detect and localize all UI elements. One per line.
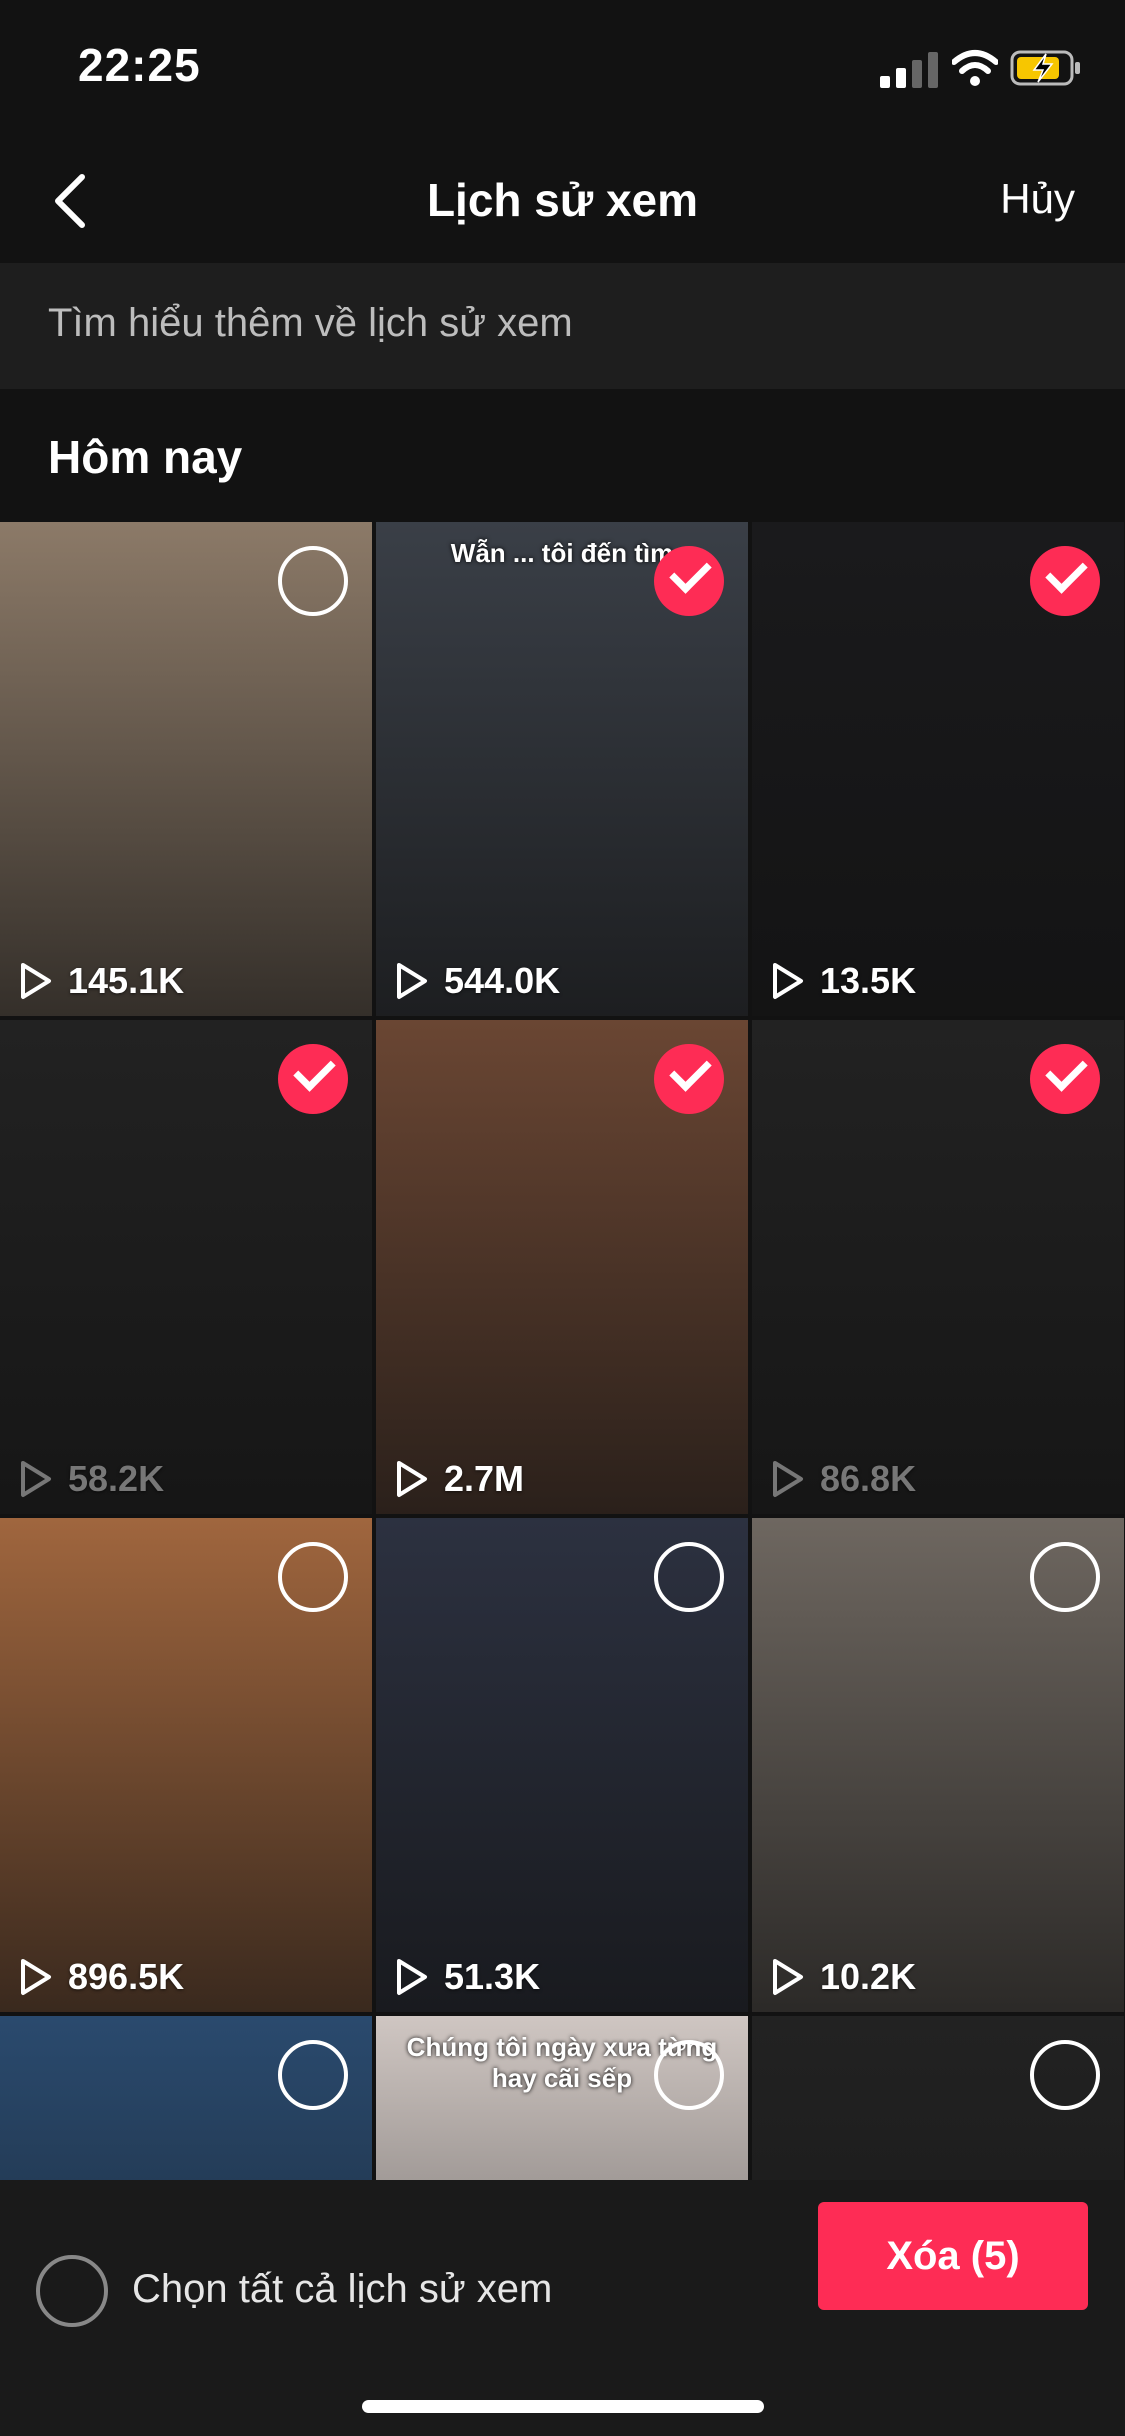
- selected-check-icon[interactable]: [654, 1044, 724, 1114]
- select-all-label[interactable]: Chọn tất cả lịch sử xem: [132, 2267, 552, 2312]
- bottom-action-bar: Chọn tất cả lịch sử xem Xóa (5): [0, 2180, 1125, 2436]
- status-time: 22:25: [78, 39, 201, 91]
- play-icon: [773, 1959, 803, 1995]
- selected-check-icon[interactable]: [1030, 546, 1100, 616]
- wifi-icon: [952, 50, 998, 86]
- select-all-checkbox[interactable]: [36, 2255, 108, 2327]
- video-thumbnail[interactable]: Wẫn ... tôi đến tìm 544.0K: [376, 522, 748, 1016]
- play-icon: [773, 1461, 803, 1497]
- selected-check-icon[interactable]: [278, 1044, 348, 1114]
- view-count: 86.8K: [770, 1458, 916, 1500]
- delete-button[interactable]: Xóa (5): [818, 2202, 1088, 2310]
- view-count: 51.3K: [394, 1956, 540, 1998]
- play-icon: [21, 1461, 51, 1497]
- view-count: 544.0K: [394, 960, 560, 1002]
- video-thumbnail[interactable]: 13.5K: [752, 522, 1124, 1016]
- view-count-text: 544.0K: [444, 960, 561, 1001]
- section-title-today: Hôm nay: [48, 431, 243, 483]
- video-thumbnail[interactable]: Chúng tôi ngày xưa từng hay cãi sếp: [376, 2016, 748, 2180]
- video-thumbnail[interactable]: [752, 2016, 1124, 2180]
- view-count: 2.7M: [394, 1458, 524, 1500]
- video-thumbnail[interactable]: 10.2K: [752, 1518, 1124, 2012]
- view-count-text: 10.2K: [820, 1956, 917, 1997]
- video-thumbnail[interactable]: 896.5K: [0, 1518, 372, 2012]
- view-count: 145.1K: [18, 960, 184, 1002]
- cellular-signal-icon: [880, 52, 938, 88]
- play-icon: [397, 1959, 427, 1995]
- view-count-text: 145.1K: [68, 960, 185, 1001]
- unselected-circle-icon[interactable]: [654, 2040, 724, 2110]
- video-thumbnail[interactable]: 58.2K: [0, 1020, 372, 1514]
- learn-more-link[interactable]: Tìm hiểu thêm về lịch sử xem: [0, 263, 1125, 389]
- selected-check-icon[interactable]: [654, 546, 724, 616]
- view-count: 896.5K: [18, 1956, 184, 1998]
- video-thumbnail[interactable]: 145.1K: [0, 522, 372, 1016]
- page-title: Lịch sử xem: [426, 174, 699, 226]
- home-indicator: [362, 2400, 764, 2413]
- view-count-text: 51.3K: [444, 1956, 541, 1997]
- play-icon: [397, 963, 427, 999]
- unselected-circle-icon[interactable]: [1030, 1542, 1100, 1612]
- view-count-text: 86.8K: [820, 1458, 917, 1499]
- view-count-text: 13.5K: [820, 960, 917, 1001]
- play-icon: [773, 963, 803, 999]
- view-count: 58.2K: [18, 1458, 164, 1500]
- unselected-circle-icon[interactable]: [654, 1542, 724, 1612]
- unselected-circle-icon[interactable]: [278, 2040, 348, 2110]
- video-thumbnail[interactable]: [0, 2016, 372, 2180]
- unselected-circle-icon[interactable]: [1030, 2040, 1100, 2110]
- play-icon: [21, 963, 51, 999]
- video-thumbnail[interactable]: 2.7M: [376, 1020, 748, 1514]
- video-grid: 145.1K Wẫn ... tôi đến tìm 544.0K 13.5K 58.2…: [0, 522, 1125, 2180]
- status-bar: 22:25: [0, 0, 1125, 135]
- cancel-button[interactable]: Hủy: [1000, 175, 1075, 223]
- navigation-bar: Lịch sử xem Hủy: [0, 135, 1125, 263]
- battery-charging-icon: [1010, 50, 1080, 86]
- play-icon: [21, 1959, 51, 1995]
- view-count-text: 2.7M: [444, 1458, 525, 1499]
- video-thumbnail[interactable]: 51.3K: [376, 1518, 748, 2012]
- view-count: 13.5K: [770, 960, 916, 1002]
- unselected-circle-icon[interactable]: [278, 1542, 348, 1612]
- view-count-text: 896.5K: [68, 1956, 185, 1997]
- selected-check-icon[interactable]: [1030, 1044, 1100, 1114]
- play-icon: [397, 1461, 427, 1497]
- view-count: 10.2K: [770, 1956, 916, 1998]
- unselected-circle-icon[interactable]: [278, 546, 348, 616]
- video-thumbnail[interactable]: 86.8K: [752, 1020, 1124, 1514]
- view-count-text: 58.2K: [68, 1458, 165, 1499]
